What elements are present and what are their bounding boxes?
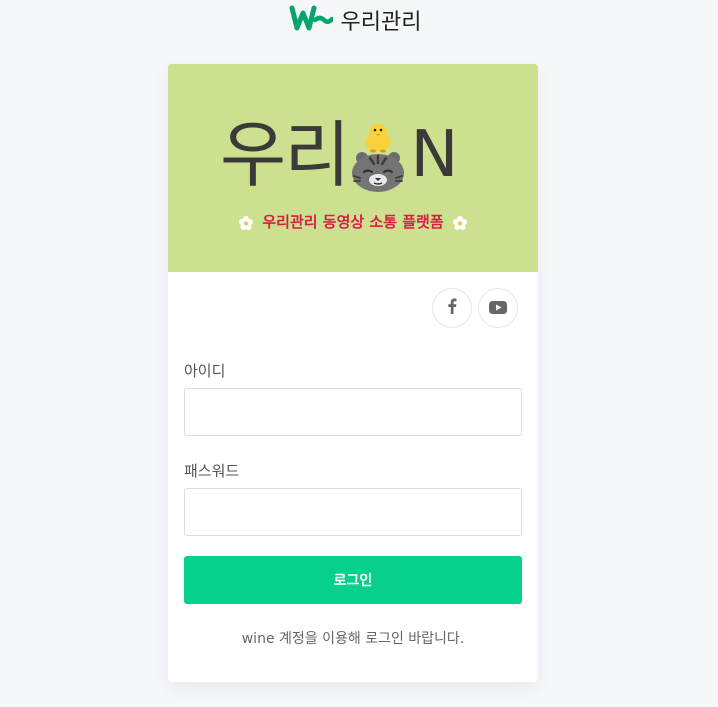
id-input[interactable] (184, 388, 522, 436)
login-form: 아이디 패스워드 로그인 wine 계정을 이용해 로그인 바랍니다. (184, 360, 522, 648)
hero-logo: 우리 N (220, 118, 458, 192)
login-button[interactable]: 로그인 (184, 556, 522, 604)
tiger-mascot-icon (346, 118, 410, 192)
hero-banner: 우리 N 우리관리 동영상 소통 플랫폼 (168, 64, 538, 272)
hero-subtitle: 우리관리 동영상 소통 플랫폼 (262, 213, 444, 231)
password-label: 패스워드 (184, 462, 240, 480)
login-card: 우리 N 우리관리 동영상 소통 플랫폼 아이디 패스워드 로그인 wine 계… (168, 64, 538, 682)
top-bar: 우리관리 (0, 0, 718, 40)
brand[interactable]: 우리관리 (289, 4, 422, 36)
hero-subtitle-row: 우리관리 동영상 소통 플랫폼 (168, 211, 538, 232)
social-links (432, 288, 518, 328)
id-label: 아이디 (184, 362, 226, 380)
youtube-icon (489, 299, 507, 318)
flower-icon (239, 215, 254, 230)
hero-title-left: 우리 (220, 113, 350, 197)
facebook-icon (447, 298, 457, 318)
hero-title-right: N (410, 118, 459, 192)
youtube-button[interactable] (478, 288, 518, 328)
brand-name: 우리관리 (340, 10, 422, 35)
flower-icon (452, 215, 467, 230)
brand-logo-icon (289, 4, 334, 36)
login-note: wine 계정을 이용해 로그인 바랍니다. (241, 631, 465, 647)
password-input[interactable] (184, 488, 522, 536)
facebook-button[interactable] (432, 288, 472, 328)
